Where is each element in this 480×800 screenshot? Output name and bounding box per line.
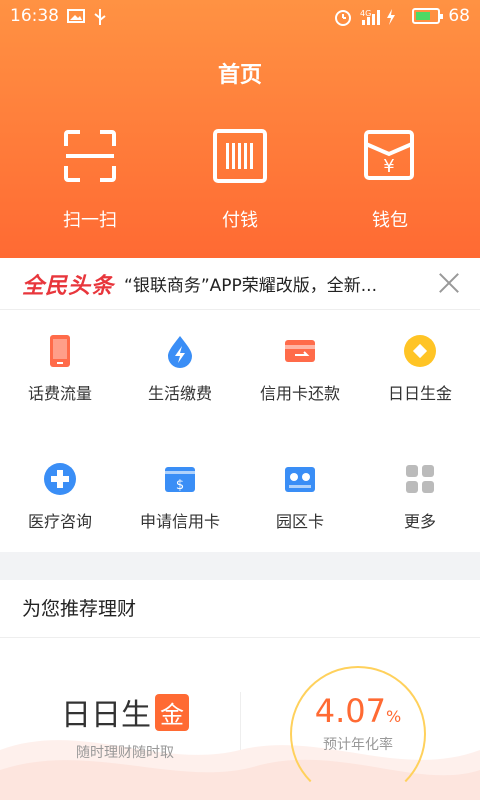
usb-icon <box>93 8 111 25</box>
signal-icon: 4G <box>360 8 381 25</box>
header: 16:38 4G 68 首页 扫一扫 付钱 ¥ 钱包 <box>0 0 480 258</box>
scan-button[interactable]: 扫一扫 <box>20 128 160 232</box>
water-drop-icon <box>163 334 197 368</box>
product-badge: 金 <box>155 693 189 731</box>
news-logo: 全民头条 <box>22 273 115 299</box>
card-dollar-icon: $ <box>163 462 197 496</box>
rate-label: 预计年化率 <box>323 737 393 753</box>
service-apply-card[interactable]: $ 申请信用卡 <box>120 462 240 532</box>
services-grid: 话费流量 生活缴费 信用卡还款 日日生金 医疗咨询 $ 申请信用卡 园区卡 更多 <box>0 310 480 552</box>
service-park-card[interactable]: 园区卡 <box>240 462 360 532</box>
rate-block[interactable]: 4.07% 预计年化率 <box>290 692 426 754</box>
news-ticker[interactable]: 全民头条 “银联商务”APP荣耀改版，全新... <box>0 258 480 310</box>
gold-coin-icon <box>403 334 437 368</box>
service-label: 申请信用卡 <box>139 512 220 531</box>
product-card[interactable]: 日日生 金 随时理财随时取 <box>40 690 210 762</box>
product-subtitle: 随时理财随时取 <box>76 745 174 761</box>
service-phone-data[interactable]: 话费流量 <box>0 334 120 404</box>
battery-percent: 68 <box>448 6 470 26</box>
scan-icon <box>62 128 118 184</box>
barcode-icon <box>212 128 268 184</box>
status-bar: 16:38 4G 68 <box>0 0 480 32</box>
wallet-button[interactable]: ¥ 钱包 <box>320 128 460 232</box>
rate-unit: % <box>386 707 402 726</box>
image-notification-icon <box>67 8 85 24</box>
service-label: 更多 <box>403 512 436 531</box>
status-time: 16:38 <box>10 6 59 26</box>
phone-icon <box>43 334 77 368</box>
more-grid-icon <box>403 462 437 496</box>
divider <box>240 692 241 750</box>
product-name: 日日生 <box>61 698 151 733</box>
service-label: 医疗咨询 <box>27 512 92 531</box>
service-daily-gold[interactable]: 日日生金 <box>360 334 480 404</box>
service-more[interactable]: 更多 <box>360 462 480 532</box>
park-card-icon <box>283 462 317 496</box>
recommend-section: 为您推荐理财 日日生 金 随时理财随时取 4.07% 预计年化率 <box>0 580 480 800</box>
service-label: 信用卡还款 <box>259 384 340 403</box>
rate-value: 4.07 <box>314 692 387 730</box>
pay-button[interactable]: 付钱 <box>170 128 310 232</box>
medical-cross-icon <box>43 462 77 496</box>
alarm-icon <box>334 8 352 26</box>
service-label: 生活缴费 <box>147 384 212 403</box>
service-credit-repay[interactable]: 信用卡还款 <box>240 334 360 404</box>
news-headline[interactable]: “银联商务”APP荣耀改版，全新... <box>124 271 424 296</box>
charging-icon <box>386 8 404 25</box>
battery-icon <box>412 8 444 24</box>
service-label: 日日生金 <box>387 384 452 403</box>
close-icon[interactable] <box>438 272 460 294</box>
scan-label: 扫一扫 <box>63 210 117 231</box>
service-label: 话费流量 <box>27 384 92 403</box>
wallet-label: 钱包 <box>372 210 408 231</box>
service-medical[interactable]: 医疗咨询 <box>0 462 120 532</box>
svg-text:¥: ¥ <box>383 156 394 177</box>
wallet-icon: ¥ <box>362 128 418 184</box>
svg-text:4G: 4G <box>360 9 371 18</box>
service-label: 园区卡 <box>275 512 324 531</box>
page-title: 首页 <box>217 63 262 88</box>
credit-card-icon <box>283 334 317 368</box>
pay-label: 付钱 <box>222 210 258 231</box>
recommend-title: 为您推荐理财 <box>0 580 480 638</box>
svg-text:$: $ <box>176 478 184 493</box>
service-utility-bills[interactable]: 生活缴费 <box>120 334 240 404</box>
